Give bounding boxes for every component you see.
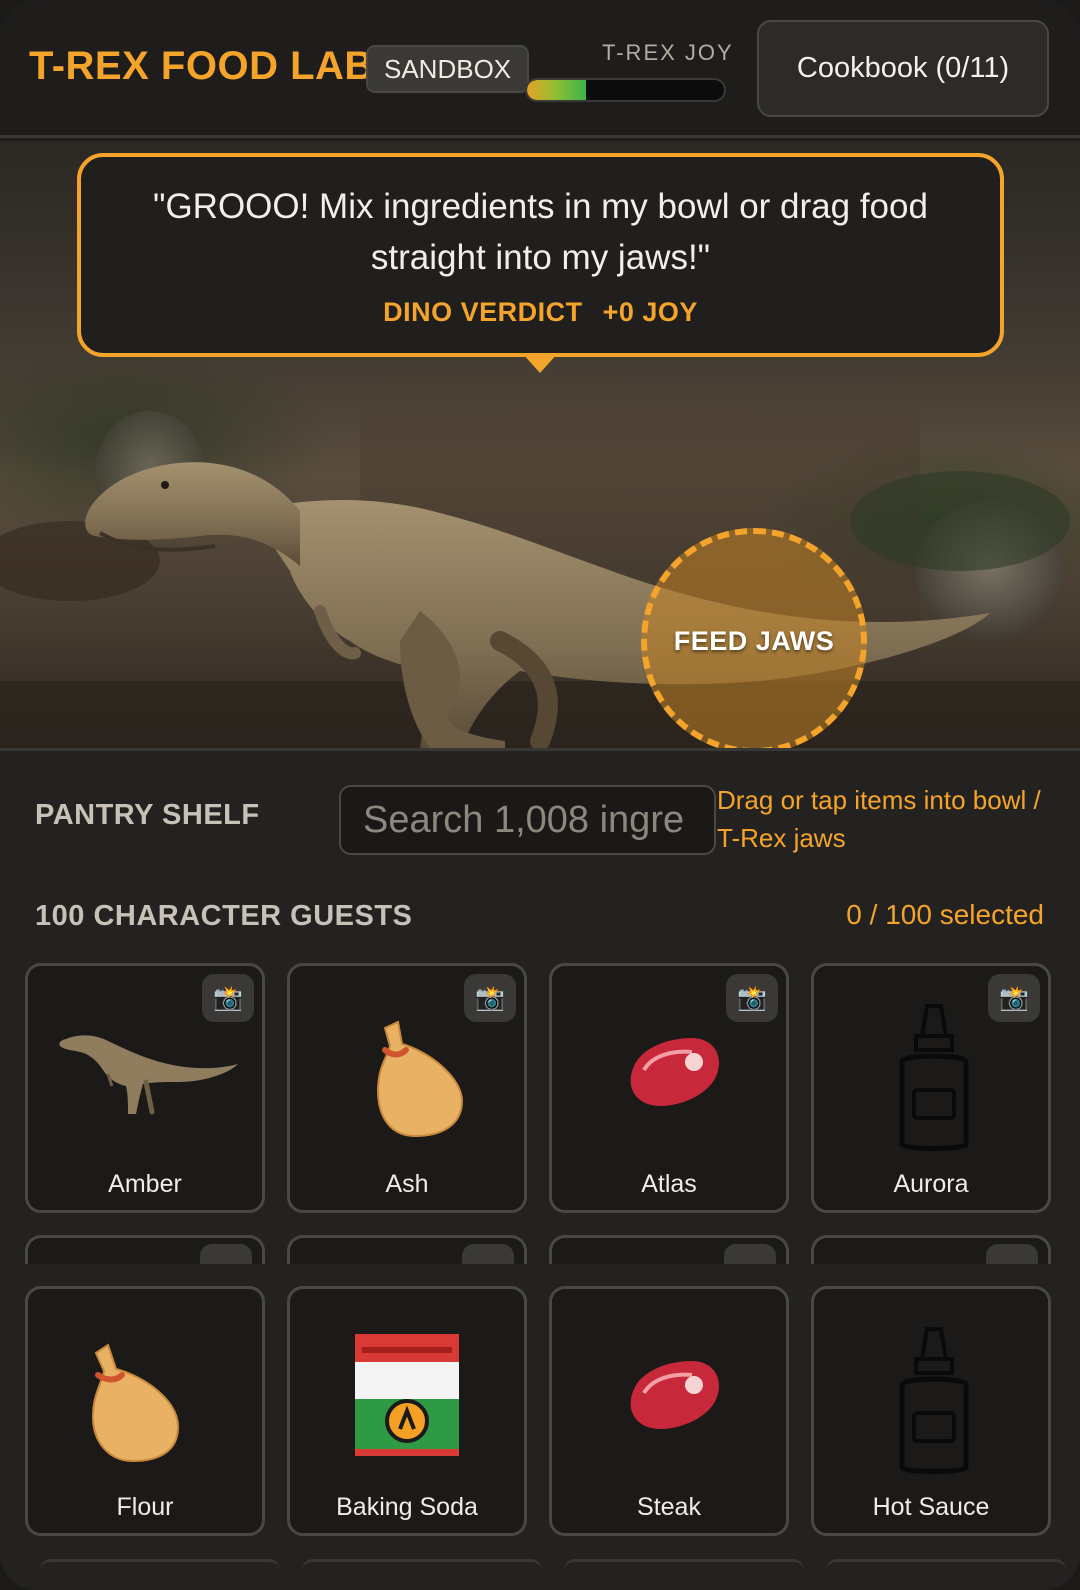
camera-icon[interactable]: 📸: [202, 974, 254, 1022]
guest-card-atlas[interactable]: 📸 Atlas: [549, 963, 789, 1213]
pantry-panel: PANTRY SHELF Drag or tap items into bowl…: [0, 748, 1080, 1590]
ingredient-search-input[interactable]: [339, 785, 716, 855]
camera-icon[interactable]: 📸: [726, 974, 778, 1022]
top-bar: T-REX FOOD LAB SANDBOX T-REX JOY Cookboo…: [0, 0, 1080, 138]
verdict-value: +0 JOY: [602, 297, 698, 327]
guests-title: 100 CHARACTER GUESTS: [35, 900, 413, 932]
joy-meter-fill: [527, 80, 587, 100]
dino-speech: "GROOO! Mix ingredients in my bowl or dr…: [153, 187, 928, 277]
camera-icon[interactable]: 📸: [988, 974, 1040, 1022]
camera-icon[interactable]: 📸: [464, 974, 516, 1022]
dino-verdict: DINO VERDICT +0 JOY: [81, 297, 1000, 328]
feed-jaws-dropzone[interactable]: FEED JAWS: [641, 528, 867, 748]
pantry-title: PANTRY SHELF: [35, 799, 260, 831]
guest-name: Atlas: [641, 1170, 697, 1198]
cookbook-button[interactable]: Cookbook (0/11): [757, 20, 1049, 117]
card-peek-edge: [40, 1559, 280, 1570]
feed-jaws-label: FEED JAWS: [673, 625, 835, 656]
ingredient-card-hot-sauce[interactable]: Hot Sauce: [811, 1286, 1051, 1536]
pantry-hint: Drag or tap items into bowl / T-Rex jaws: [717, 785, 1041, 853]
speech-bubble-tail: [522, 353, 558, 373]
guest-card-aurora[interactable]: 📸 Aurora: [811, 963, 1051, 1213]
card-peek-edge: [302, 1559, 542, 1570]
app-title: T-REX FOOD LAB: [29, 44, 374, 88]
guest-card-peek[interactable]: [287, 1235, 527, 1265]
card-peek-edge: [564, 1559, 804, 1570]
card-peek-edge: [826, 1559, 1066, 1570]
guest-card-amber[interactable]: 📸 Amber: [25, 963, 265, 1213]
guest-card-peek[interactable]: [811, 1235, 1051, 1265]
guest-name: Amber: [108, 1170, 182, 1198]
game-screen: T-REX FOOD LAB SANDBOX T-REX JOY Cookboo…: [0, 0, 1080, 1590]
guest-card-peek[interactable]: [549, 1235, 789, 1265]
joy-meter: [525, 78, 726, 102]
guests-selected-count: 0 / 100 selected: [846, 899, 1044, 930]
ingredient-name: Steak: [637, 1493, 701, 1521]
dino-scene: "GROOO! Mix ingredients in my bowl or dr…: [0, 141, 1080, 748]
guest-card-peek[interactable]: [25, 1235, 265, 1265]
joy-label: T-REX JOY: [602, 40, 734, 65]
speech-bubble: "GROOO! Mix ingredients in my bowl or dr…: [77, 153, 1004, 357]
ingredient-card-baking-soda[interactable]: Baking Soda: [287, 1286, 527, 1536]
section-divider: [0, 1264, 1080, 1270]
guest-card-ash[interactable]: 📸 Ash: [287, 963, 527, 1213]
guest-name: Aurora: [893, 1170, 969, 1198]
verdict-label: DINO VERDICT: [383, 297, 583, 327]
ingredient-card-flour[interactable]: Flour: [25, 1286, 265, 1536]
ingredient-card-steak[interactable]: Steak: [549, 1286, 789, 1536]
ingredient-name: Flour: [116, 1493, 174, 1521]
ingredient-name: Hot Sauce: [872, 1493, 990, 1521]
guest-name: Ash: [385, 1170, 429, 1198]
mode-badge: SANDBOX: [366, 45, 530, 93]
ingredient-name: Baking Soda: [336, 1493, 478, 1521]
